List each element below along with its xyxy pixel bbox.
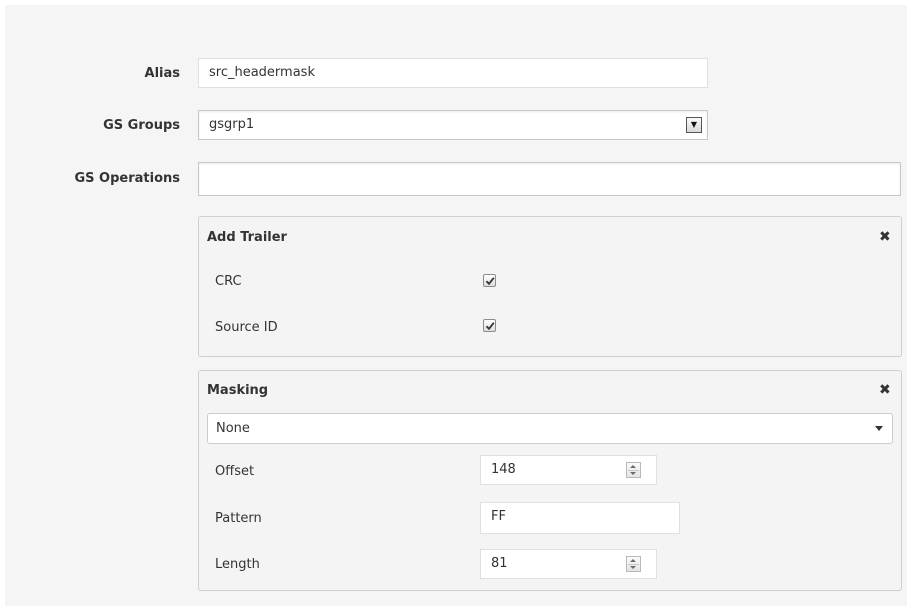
triangle-down-icon: ▼ (690, 120, 698, 129)
close-icon[interactable]: ✖ (879, 230, 891, 244)
add-trailer-title: Add Trailer (207, 230, 287, 245)
gs-groups-dropdown-button[interactable]: ▼ (686, 117, 702, 133)
source-id-label: Source ID (215, 320, 278, 335)
alias-label: Alias (144, 66, 180, 81)
alias-input[interactable]: src_headermask (198, 58, 708, 88)
gs-groups-label: GS Groups (103, 118, 180, 133)
checkmark-icon (485, 277, 495, 286)
pattern-label: Pattern (215, 511, 262, 526)
form-canvas: Alias src_headermask GS Groups gsgrp1 ▼ … (5, 5, 907, 606)
gs-groups-select[interactable]: gsgrp1 (198, 110, 708, 140)
stepper-divider (628, 470, 639, 471)
gs-operations-label: GS Operations (74, 171, 180, 186)
page: Alias src_headermask GS Groups gsgrp1 ▼ … (0, 0, 907, 606)
caret-down-icon (875, 426, 883, 431)
gs-groups-value: gsgrp1 (209, 117, 255, 132)
stepper-down-icon[interactable] (630, 472, 636, 475)
masking-mode-dropdown[interactable]: None (207, 413, 893, 444)
offset-label: Offset (215, 464, 255, 479)
source-id-checkbox[interactable] (483, 319, 496, 332)
stepper-down-icon[interactable] (630, 566, 636, 569)
stepper-up-icon[interactable] (630, 559, 636, 562)
length-stepper[interactable] (626, 556, 641, 572)
length-label: Length (215, 557, 260, 572)
stepper-divider (628, 564, 639, 565)
offset-stepper[interactable] (626, 462, 641, 478)
gs-operations-input[interactable] (198, 162, 901, 196)
masking-mode-value: None (216, 421, 250, 436)
stepper-up-icon[interactable] (630, 465, 636, 468)
pattern-input[interactable]: FF (480, 502, 680, 534)
length-value: 81 (491, 556, 508, 571)
checkmark-icon (485, 322, 495, 331)
masking-panel: Masking ✖ None Offset 148 Pattern FF Len… (198, 370, 902, 591)
offset-value: 148 (491, 462, 516, 477)
crc-label: CRC (215, 274, 242, 289)
masking-title: Masking (207, 383, 269, 398)
close-icon[interactable]: ✖ (879, 383, 891, 397)
add-trailer-panel: Add Trailer ✖ CRC Source ID (198, 216, 902, 357)
crc-checkbox[interactable] (483, 274, 496, 287)
